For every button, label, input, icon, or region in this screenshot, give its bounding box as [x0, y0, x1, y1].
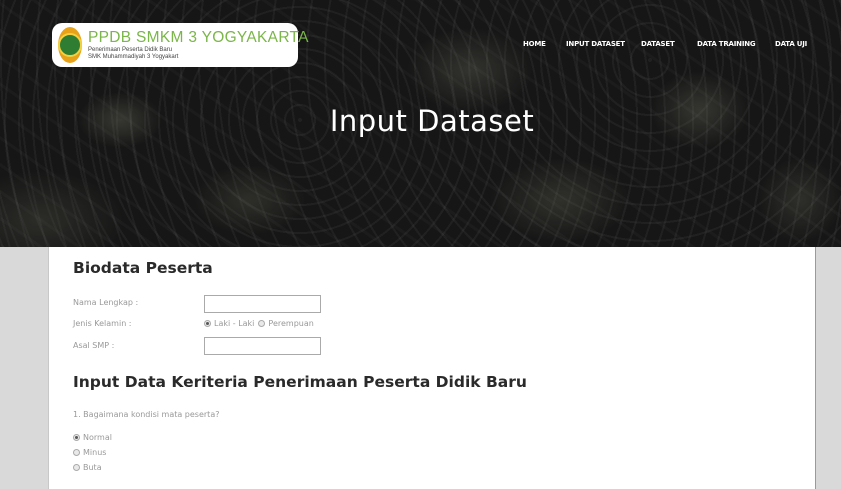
nav-data-training[interactable]: DATA TRAINING — [697, 40, 756, 48]
q1-option-normal: Normal — [73, 433, 112, 442]
jk-perempuan-label: Perempuan — [268, 319, 314, 328]
nama-label: Nama Lengkap : — [73, 298, 139, 307]
asal-smp-label: Asal SMP : — [73, 341, 115, 350]
jk-laki-radio[interactable] — [204, 320, 211, 327]
nav-data-uji[interactable]: DATA UJI — [775, 40, 807, 48]
biodata-heading: Biodata Peserta — [73, 259, 213, 277]
q1-option-buta: Buta — [73, 463, 102, 472]
q1-minus-label: Minus — [83, 448, 107, 457]
nama-input[interactable] — [204, 295, 321, 313]
q1-normal-label: Normal — [83, 433, 112, 442]
question-1-text: 1. Bagaimana kondisi mata peserta? — [73, 410, 220, 419]
jenis-kelamin-label: Jenis Kelamin : — [73, 319, 132, 328]
q1-minus-radio[interactable] — [73, 449, 80, 456]
q1-normal-radio[interactable] — [73, 434, 80, 441]
page-title: Input Dataset — [329, 104, 535, 138]
kriteria-heading: Input Data Keriteria Penerimaan Peserta … — [73, 373, 527, 391]
jk-laki-label: Laki - Laki — [214, 319, 255, 328]
nav-input-dataset[interactable]: INPUT DATASET — [566, 40, 625, 48]
asal-smp-input[interactable] — [204, 337, 321, 355]
q1-option-minus: Minus — [73, 448, 106, 457]
form-panel — [48, 247, 816, 489]
nav-dataset[interactable]: DATASET — [641, 40, 675, 48]
jk-perempuan-radio[interactable] — [258, 320, 266, 327]
nav-home[interactable]: HOME — [523, 40, 546, 48]
jenis-kelamin-group: Laki - Laki Perempuan — [204, 319, 314, 328]
site-subtitle-line2: SMK Muhammadiyah 3 Yogyakart — [88, 54, 179, 61]
q1-buta-label: Buta — [83, 463, 102, 472]
main-nav: HOME INPUT DATASET DATASET DATA TRAINING… — [0, 40, 841, 52]
q1-buta-radio[interactable] — [73, 464, 80, 471]
